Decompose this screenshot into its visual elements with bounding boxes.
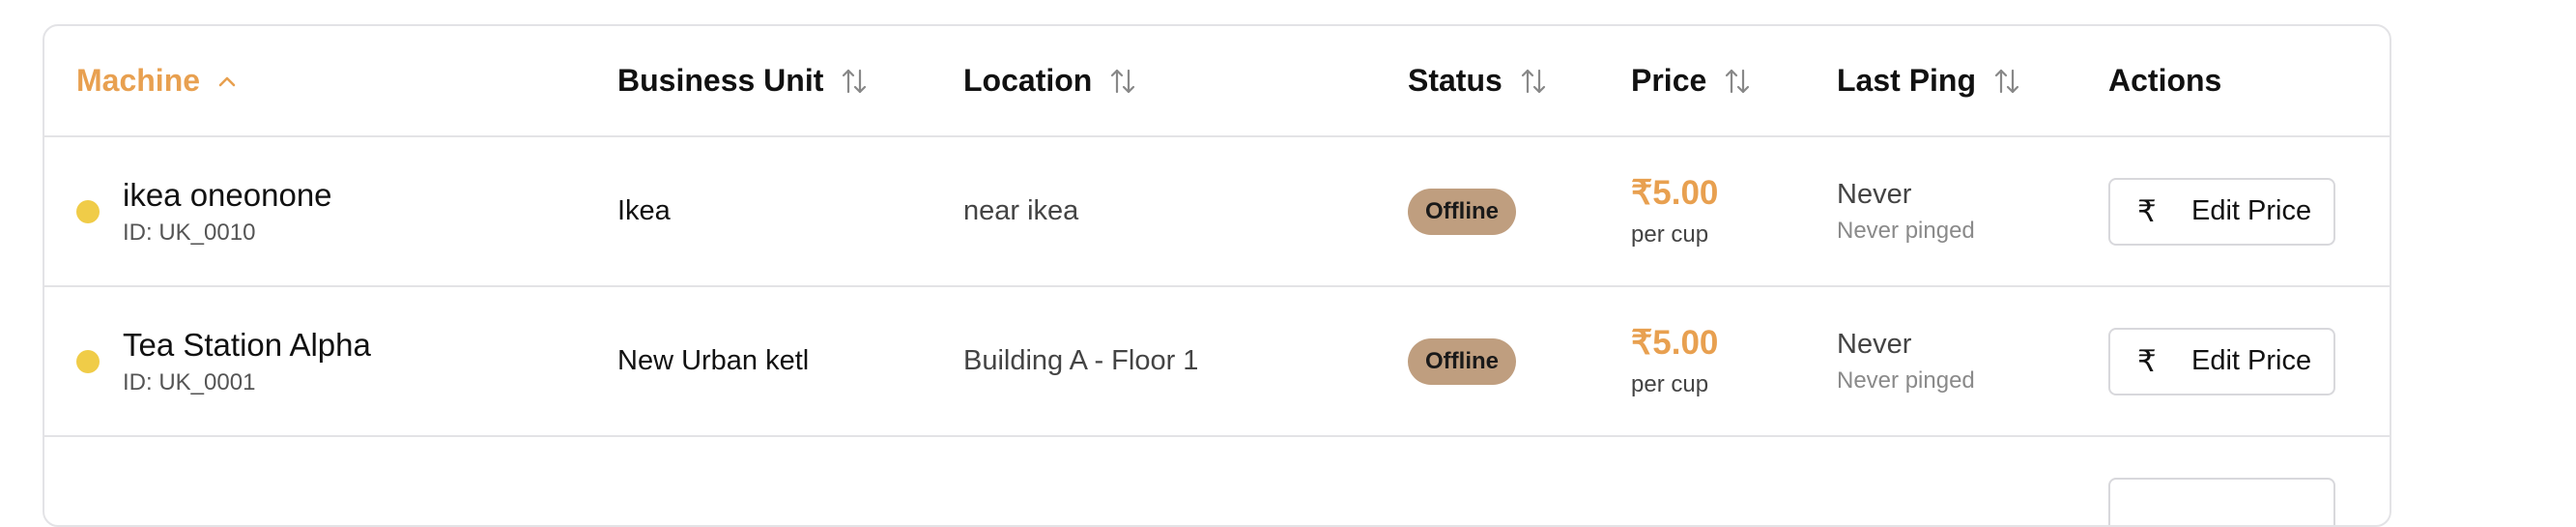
sort-arrows-icon[interactable] (841, 67, 868, 96)
sort-arrows-icon[interactable] (1724, 67, 1751, 96)
column-header-last-ping[interactable]: Last Ping (1837, 26, 2020, 135)
edit-price-button[interactable]: ₹ Edit Price (2108, 177, 2335, 246)
sort-arrows-icon[interactable] (1520, 67, 1547, 96)
business-unit-cell: Ikea (617, 137, 671, 285)
table-row[interactable] (44, 437, 2390, 525)
price-value: ₹5.00 (1631, 324, 1719, 363)
status-badge: Offline (1408, 188, 1516, 235)
last-ping-cell: Never Never pinged (1837, 287, 1975, 435)
last-ping-value: Never (1837, 179, 1912, 211)
price-unit: per cup (1631, 370, 1709, 397)
actions-cell (2108, 437, 2335, 525)
column-header-actions: Actions (2108, 26, 2221, 135)
table-row[interactable]: Tea Station Alpha ID: UK_0001 New Urban … (44, 287, 2390, 437)
column-header-machine[interactable]: Machine (76, 26, 237, 135)
status-dot (76, 199, 100, 223)
last-ping-value: Never (1837, 329, 1912, 361)
edit-price-label: Edit Price (2191, 345, 2312, 376)
edit-price-label: Edit Price (2191, 195, 2312, 226)
rupee-icon: ₹ (2137, 193, 2157, 228)
price-value: ₹5.00 (1631, 174, 1719, 213)
column-header-machine-label: Machine (76, 63, 201, 98)
business-unit: New Urban ketl (617, 345, 810, 376)
column-header-location[interactable]: Location (963, 26, 1136, 135)
column-header-actions-label: Actions (2108, 63, 2222, 98)
business-unit: Ikea (617, 195, 671, 226)
location: Building A - Floor 1 (963, 345, 1199, 376)
table-header: Machine Business Unit Location Status Pr… (44, 26, 2390, 137)
location-cell: Building A - Floor 1 (963, 287, 1198, 435)
status-badge: Offline (1408, 337, 1516, 385)
table-row[interactable]: ikea oneonone ID: UK_0010 Ikea near ikea… (44, 137, 2390, 287)
sort-arrows-icon[interactable] (1993, 67, 2020, 96)
location-cell: near ikea (963, 137, 1078, 285)
column-header-last-ping-label: Last Ping (1837, 63, 1977, 98)
last-ping-detail: Never pinged (1837, 366, 1975, 394)
machines-table: Machine Business Unit Location Status Pr… (43, 24, 2391, 527)
machine-cell: ikea oneonone ID: UK_0010 (76, 137, 332, 285)
column-header-price[interactable]: Price (1631, 26, 1751, 135)
actions-cell: ₹ Edit Price (2108, 287, 2335, 435)
machine-name: ikea oneonone (123, 176, 332, 213)
column-header-status-label: Status (1408, 63, 1503, 98)
price-cell: ₹5.00 per cup (1631, 137, 1718, 285)
column-header-business-unit-label: Business Unit (617, 63, 824, 98)
location: near ikea (963, 195, 1079, 226)
column-header-price-label: Price (1631, 63, 1707, 98)
chevron-up-icon[interactable] (217, 74, 237, 88)
edit-price-button[interactable] (2108, 478, 2335, 525)
edit-price-button[interactable]: ₹ Edit Price (2108, 327, 2335, 395)
price-cell: ₹5.00 per cup (1631, 287, 1718, 435)
price-unit: per cup (1631, 220, 1709, 248)
sort-arrows-icon[interactable] (1109, 67, 1136, 96)
column-header-location-label: Location (963, 63, 1093, 98)
actions-cell: ₹ Edit Price (2108, 137, 2335, 285)
rupee-icon: ₹ (2137, 343, 2157, 378)
column-header-status[interactable]: Status (1408, 26, 1547, 135)
machine-id: ID: UK_0010 (123, 220, 256, 247)
last-ping-detail: Never pinged (1837, 217, 1975, 244)
status-cell: Offline (1408, 137, 1516, 285)
column-header-business-unit[interactable]: Business Unit (617, 26, 868, 135)
last-ping-cell: Never Never pinged (1837, 137, 1975, 285)
status-dot (76, 349, 100, 373)
status-cell: Offline (1408, 287, 1516, 435)
business-unit-cell: New Urban ketl (617, 287, 809, 435)
machine-cell: Tea Station Alpha ID: UK_0001 (76, 287, 371, 435)
machine-name: Tea Station Alpha (123, 326, 371, 363)
machine-id: ID: UK_0001 (123, 369, 256, 396)
